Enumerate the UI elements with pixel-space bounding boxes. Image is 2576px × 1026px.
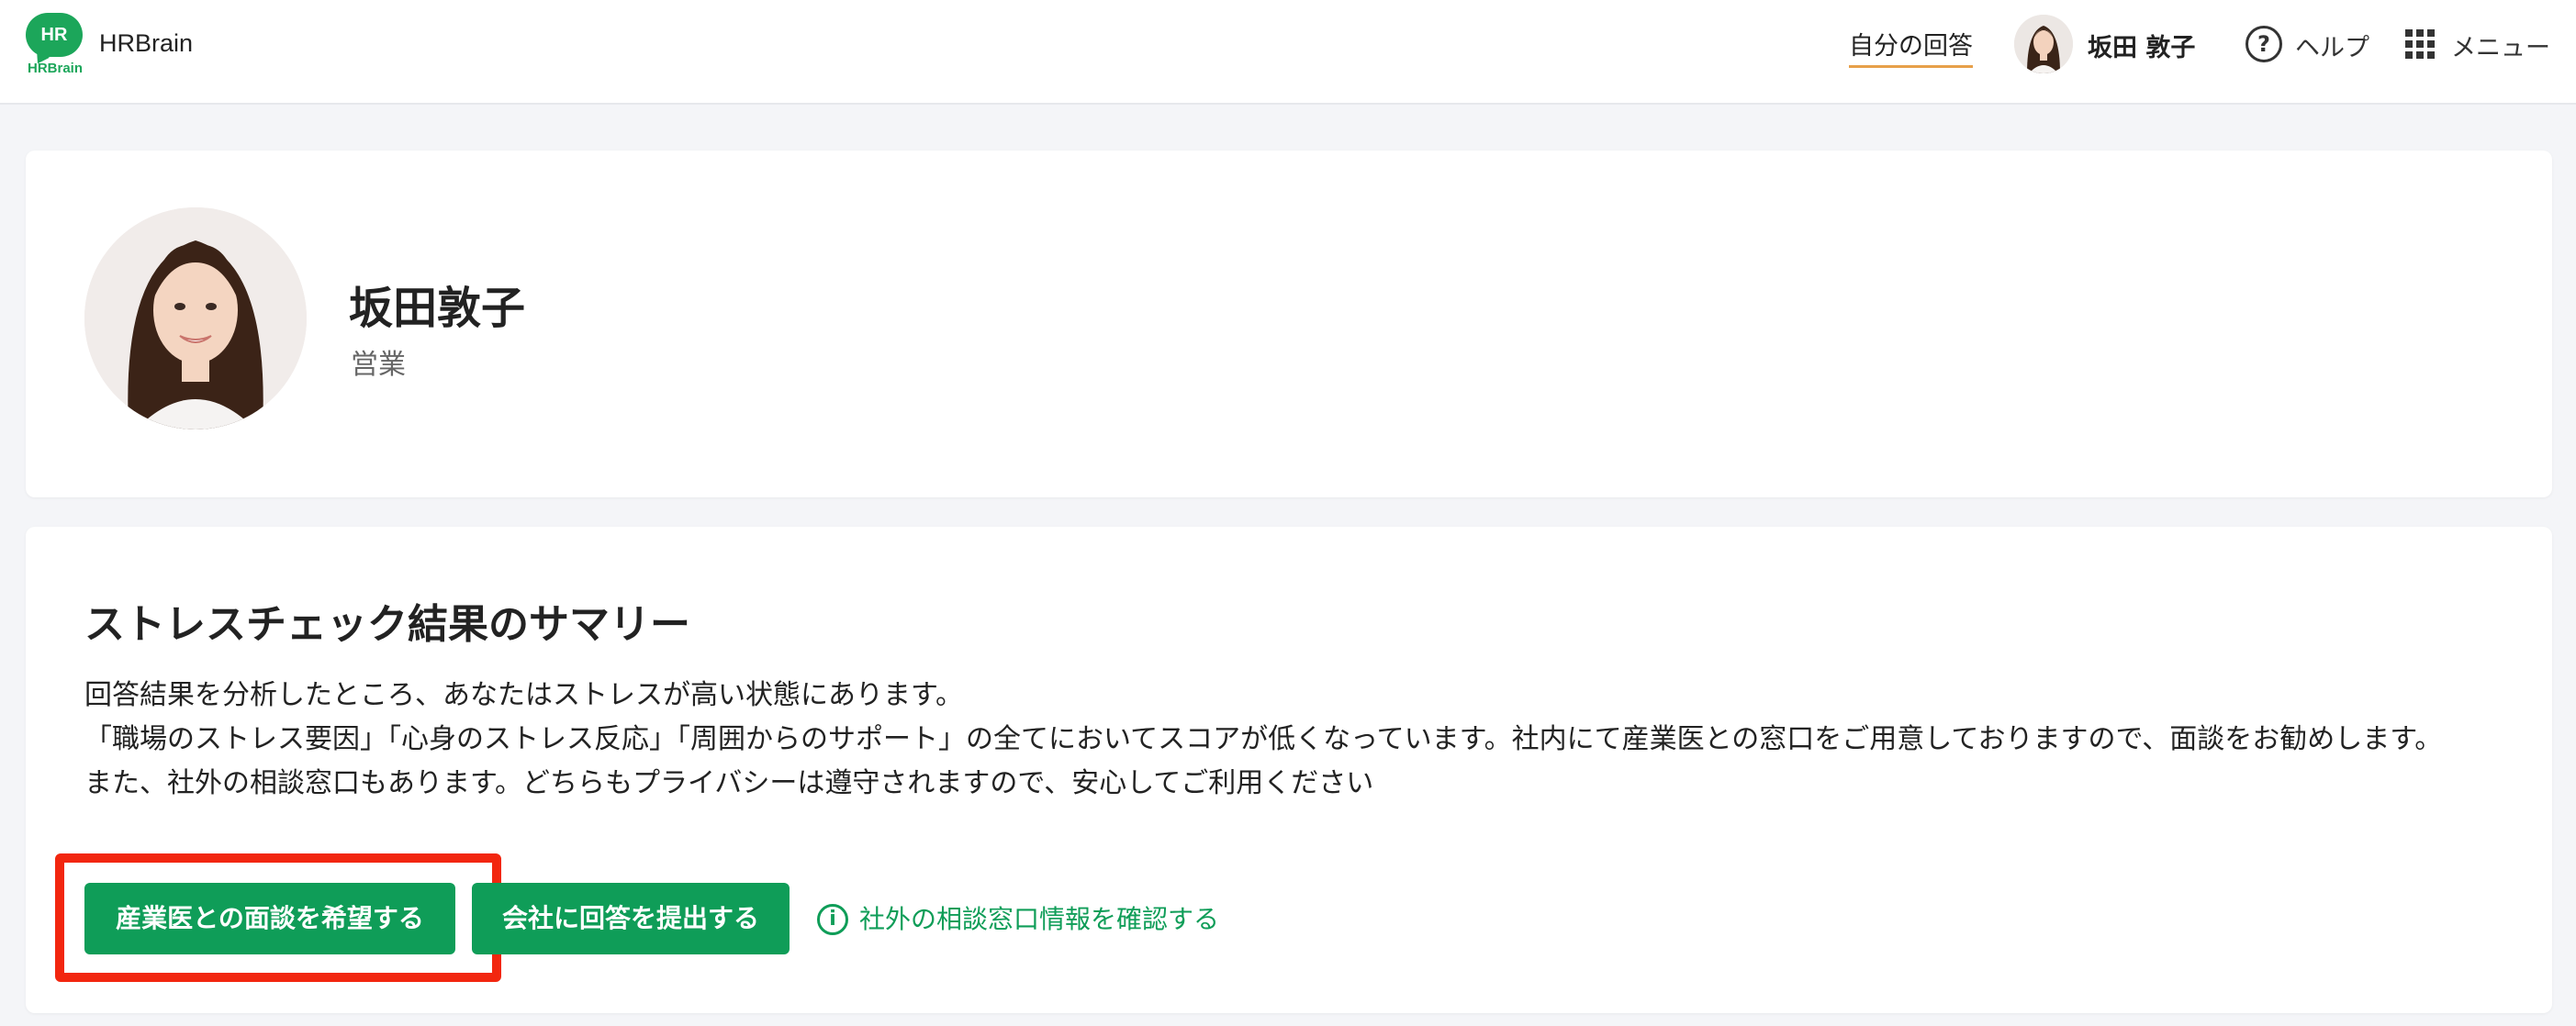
top-header: HR HRBrain HRBrain 自分の回答 坂田 敦子 ? ヘルプ メニュ…: [0, 0, 2576, 105]
info-icon: i: [817, 904, 848, 935]
grid-menu-icon[interactable]: [2405, 29, 2435, 59]
help-link[interactable]: ヘルプ: [2295, 28, 2369, 63]
summary-text: 回答結果を分析したところ、あなたはストレスが高い状態にあります。 「職場のストレ…: [84, 674, 2517, 806]
user-avatar[interactable]: [2014, 15, 2073, 73]
external-consultation-label: 社外の相談窓口情報を確認する: [859, 904, 1220, 934]
profile-card: 坂田敦子 営業: [26, 151, 2552, 497]
profile-name: 坂田敦子: [349, 283, 526, 334]
hrbrain-logo[interactable]: HR HRBrain: [24, 13, 86, 76]
summary-line-3: また、社外の相談窓口もあります。どちらもプライバシーは遵守されますので、安心して…: [84, 767, 1374, 799]
avatar-portrait: [2014, 15, 2073, 73]
submit-to-company-button[interactable]: 会社に回答を提出する: [472, 883, 790, 954]
brand-name: HRBrain: [99, 29, 194, 57]
logo-subtext: HRBrain: [27, 61, 83, 76]
help-icon[interactable]: ?: [2246, 26, 2282, 62]
external-consultation-link[interactable]: i 社外の相談窓口情報を確認する: [817, 898, 1219, 940]
profile-department: 営業: [351, 349, 406, 381]
menu-link[interactable]: メニュー: [2451, 28, 2550, 63]
nav-my-answer[interactable]: 自分の回答: [1849, 26, 1973, 68]
request-interview-button[interactable]: 産業医との面談を希望する: [84, 883, 455, 954]
profile-avatar: [84, 207, 307, 429]
summary-title: ストレスチェック結果のサマリー: [84, 601, 690, 648]
profile-portrait: [84, 207, 307, 429]
summary-line-1: 回答結果を分析したところ、あなたはストレスが高い状態にあります。: [84, 679, 963, 711]
stress-summary-card: ストレスチェック結果のサマリー 回答結果を分析したところ、あなたはストレスが高い…: [26, 527, 2552, 1013]
summary-line-2: 「職場のストレス要因」「心身のストレス反応」「周囲からのサポート」の全てにおいて…: [84, 723, 2443, 755]
header-user-name[interactable]: 坂田 敦子: [2088, 28, 2195, 63]
logo-bubble: HR: [26, 13, 83, 57]
